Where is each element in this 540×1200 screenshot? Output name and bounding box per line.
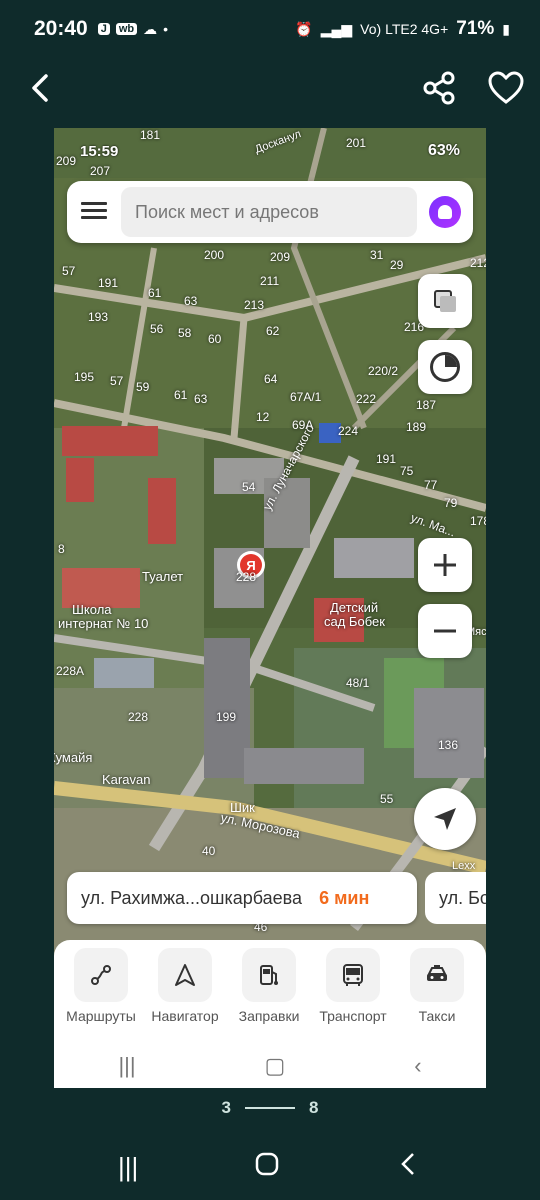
zoom-in-button[interactable] (418, 538, 472, 592)
taxi-label: Такси (418, 1008, 456, 1024)
zoom-out-button[interactable] (418, 604, 472, 658)
taxi-icon (410, 948, 464, 1002)
system-back-button[interactable] (396, 1151, 422, 1184)
status-bar: 20:40 J wb ☁ • ⏰ ▂▄▆ Vo) LTE2 4G+ 71% ▮ (0, 0, 540, 58)
image-pager: 3 8 (0, 1096, 540, 1120)
navigator-icon (158, 948, 212, 1002)
notification-icons: J wb ☁ • (97, 20, 169, 38)
layers-icon (434, 290, 456, 312)
route-eta: 6 мин (319, 888, 370, 908)
home-icon (255, 1152, 279, 1175)
inner-system-nav: ||| ▢ ‹ (54, 1044, 486, 1088)
routes-label: Маршруты (66, 1008, 136, 1024)
heart-icon (488, 71, 524, 104)
home-button[interactable] (254, 1151, 280, 1184)
search-input[interactable]: Поиск мест и адресов (121, 187, 417, 237)
back-icon: ‹ (414, 1053, 422, 1078)
inner-status-time: 15:59 (80, 142, 119, 160)
recents-button[interactable]: ||| (118, 1152, 138, 1183)
plus-icon (434, 554, 456, 576)
bus-icon (326, 948, 380, 1002)
search-bar: Поиск мест и адресов (67, 181, 473, 243)
cloud-icon: ☁ (143, 20, 158, 37)
status-right: ⏰ ▂▄▆ Vo) LTE2 4G+ 71% ▮ (295, 18, 510, 40)
routes-button[interactable]: Маршруты (58, 948, 144, 1024)
route-suggestion-card[interactable]: ул. Рахимжа...ошкарбаева 6 мин (67, 872, 417, 924)
hamburger-icon (81, 202, 107, 205)
satellite-map[interactable]: Я (54, 128, 486, 1068)
traffic-icon (430, 352, 460, 382)
pager-current: 3 (221, 1098, 231, 1117)
traffic-button[interactable] (418, 340, 472, 394)
my-location-button[interactable] (414, 788, 476, 850)
route-next-name: ул. Бо (439, 888, 486, 908)
route-name: ул. Рахимжа...ошкарбаева (81, 888, 303, 908)
home-icon: ▢ (264, 1053, 286, 1078)
voice-assistant-button[interactable] (429, 196, 461, 228)
share-button[interactable] (420, 68, 460, 108)
taxi-button[interactable]: Такси (394, 948, 480, 1024)
svg-text:Я: Я (246, 558, 255, 573)
navigator-label: Навигатор (151, 1008, 219, 1024)
fuel-icon (242, 948, 296, 1002)
screenshot-frame: Я Туалет Школа интернат № 10 Детский сад… (54, 128, 486, 1088)
bottom-panel: Маршруты Навигатор Заправки Транспорт Та… (54, 940, 486, 1088)
inner-status-bar: 15:59 63% (54, 128, 486, 174)
chevron-left-icon (401, 1152, 414, 1175)
routes-icon (74, 948, 128, 1002)
app-notif-icon: J (97, 23, 110, 35)
viewer-topbar (0, 60, 540, 118)
fuel-label: Заправки (238, 1008, 300, 1024)
signal-icon: ▂▄▆ (320, 20, 353, 37)
favorite-button[interactable] (486, 68, 526, 108)
pager-total: 8 (309, 1098, 319, 1117)
wb-notif-icon: wb (115, 23, 138, 35)
dot-icon: • (163, 21, 169, 37)
recents-icon: ||| (118, 1053, 136, 1078)
navigator-button[interactable]: Навигатор (142, 948, 228, 1024)
system-navigation-bar: ||| (0, 1140, 540, 1194)
status-time: 20:40 (34, 17, 88, 40)
layers-button[interactable] (418, 274, 472, 328)
location-arrow-icon (434, 808, 456, 830)
pager-divider (245, 1107, 295, 1109)
transport-label: Транспорт (319, 1008, 387, 1024)
battery-percent: 71% (456, 18, 495, 39)
minus-icon (434, 629, 456, 633)
fuel-button[interactable]: Заправки (226, 948, 312, 1024)
network-label: Vo) LTE2 4G+ (360, 21, 449, 37)
inner-battery-percent: 63% (427, 142, 460, 159)
alarm-icon: ⏰ (295, 20, 313, 37)
battery-icon: ▮ (502, 20, 510, 37)
share-icon (423, 71, 455, 105)
chevron-left-icon (32, 74, 48, 102)
menu-button[interactable] (81, 199, 107, 225)
back-button[interactable] (22, 68, 62, 108)
transport-button[interactable]: Транспорт (310, 948, 396, 1024)
route-suggestion-card-next[interactable]: ул. Бо (425, 872, 486, 924)
